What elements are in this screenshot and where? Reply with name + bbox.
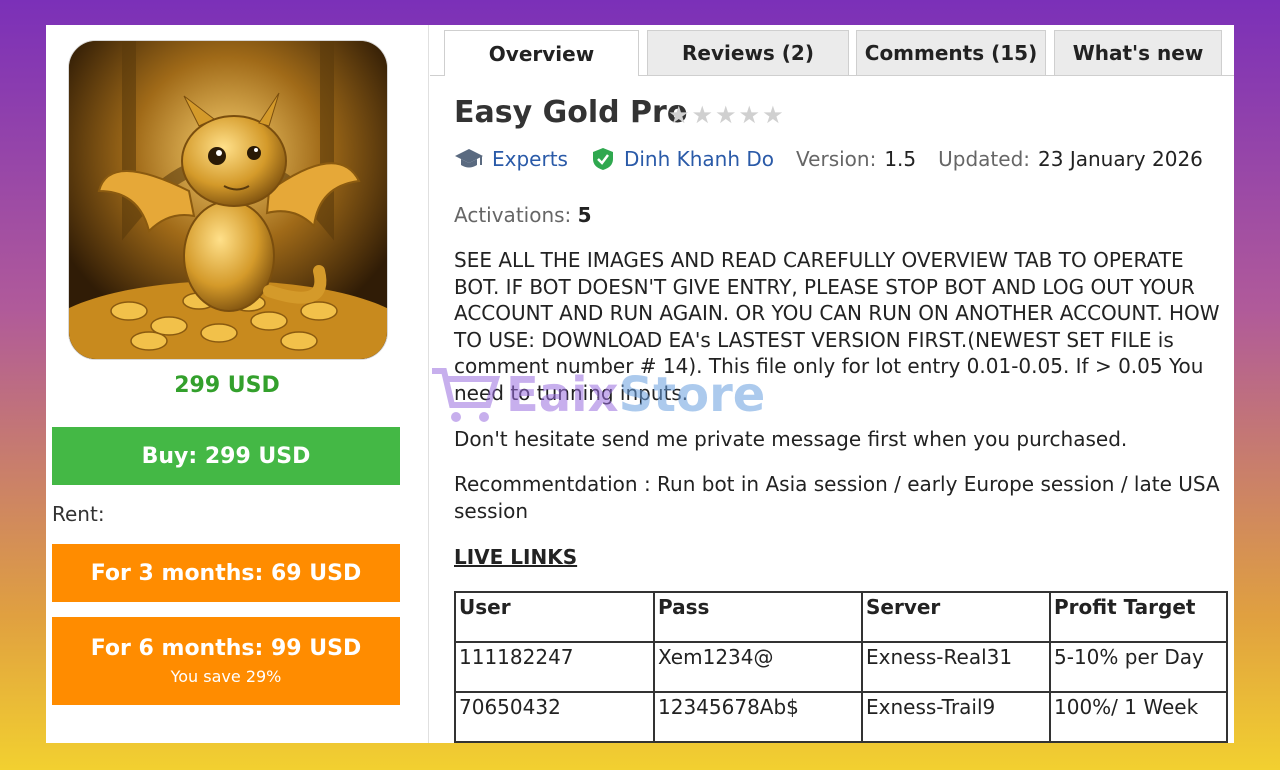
updated-value: 23 January 2026 bbox=[1038, 147, 1203, 171]
product-card: 299 USD Buy: 299 USD Rent: For 3 months:… bbox=[46, 25, 1234, 743]
live-links-table: User Pass Server Profit Target 111182247… bbox=[454, 591, 1228, 743]
table-cell: 12345678Ab$ bbox=[653, 691, 863, 743]
product-price: 299 USD bbox=[174, 373, 280, 398]
version-label: Version: bbox=[796, 147, 877, 171]
activations-label: Activations: bbox=[454, 203, 572, 227]
product-meta: Experts Dinh Khanh Do Version: 1.5 Updat… bbox=[454, 147, 1203, 171]
table-cell: Xem1234@ bbox=[653, 641, 863, 693]
version-value: 1.5 bbox=[884, 147, 917, 171]
live-links-heading: LIVE LINKS bbox=[454, 545, 578, 569]
column-divider bbox=[428, 25, 429, 743]
table-cell: 70650432 bbox=[454, 691, 655, 743]
activations: Activations: 5 bbox=[454, 203, 592, 227]
table-header-row: User Pass Server Profit Target bbox=[454, 591, 1228, 643]
table-cell: 111182247 bbox=[454, 641, 655, 693]
dragon-illustration bbox=[69, 41, 387, 359]
buy-button[interactable]: Buy: 299 USD bbox=[52, 427, 400, 485]
table-row: 111182247 Xem1234@ Exness-Real31 5-10% p… bbox=[454, 641, 1228, 693]
description-paragraph-2: Don't hesitate send me private message f… bbox=[454, 426, 1128, 451]
product-description: SEE ALL THE IMAGES AND READ CAREFULLY OV… bbox=[454, 247, 1229, 543]
table-cell: Exness-Trail9 bbox=[861, 691, 1051, 743]
product-title: Easy Gold Pro bbox=[454, 95, 688, 130]
tab-comments[interactable]: Comments (15) bbox=[856, 30, 1046, 75]
author-link[interactable]: Dinh Khanh Do bbox=[624, 147, 774, 171]
rating-stars[interactable]: ★★★★★ bbox=[668, 101, 786, 129]
table-header-profit-target: Profit Target bbox=[1049, 591, 1228, 643]
tab-whats-new[interactable]: What's new bbox=[1054, 30, 1222, 75]
table-header-pass: Pass bbox=[653, 591, 863, 643]
tab-bar: Overview Reviews (2) Comments (15) What'… bbox=[430, 30, 1234, 76]
activations-value: 5 bbox=[577, 203, 592, 227]
rent-6-months-button[interactable]: For 6 months: 99 USD You save 29% bbox=[52, 617, 400, 705]
table-cell: Exness-Real31 bbox=[861, 641, 1051, 693]
description-paragraph-3: Recommentdation : Run bot in Asia sessio… bbox=[454, 472, 1220, 523]
table-header-server: Server bbox=[861, 591, 1051, 643]
rent-3-months-button[interactable]: For 3 months: 69 USD bbox=[52, 544, 400, 602]
tab-reviews[interactable]: Reviews (2) bbox=[647, 30, 849, 75]
table-cell: 5-10% per Day bbox=[1049, 641, 1228, 693]
tab-overview[interactable]: Overview bbox=[444, 30, 639, 76]
graduation-cap-icon bbox=[454, 147, 484, 171]
rent-6-months-savings: You save 29% bbox=[170, 667, 282, 686]
product-image bbox=[68, 40, 388, 360]
rent-6-months-label: For 6 months: 99 USD bbox=[90, 636, 362, 661]
rent-label: Rent: bbox=[52, 502, 105, 526]
updated-label: Updated: bbox=[938, 147, 1031, 171]
category-link[interactable]: Experts bbox=[492, 147, 568, 171]
description-paragraph-1: SEE ALL THE IMAGES AND READ CAREFULLY OV… bbox=[454, 248, 1220, 405]
verified-shield-icon bbox=[592, 147, 614, 171]
table-cell: 100%/ 1 Week bbox=[1049, 691, 1228, 743]
rent-3-months-label: For 3 months: 69 USD bbox=[90, 560, 362, 586]
table-row: 70650432 12345678Ab$ Exness-Trail9 100%/… bbox=[454, 691, 1228, 743]
table-header-user: User bbox=[454, 591, 655, 643]
